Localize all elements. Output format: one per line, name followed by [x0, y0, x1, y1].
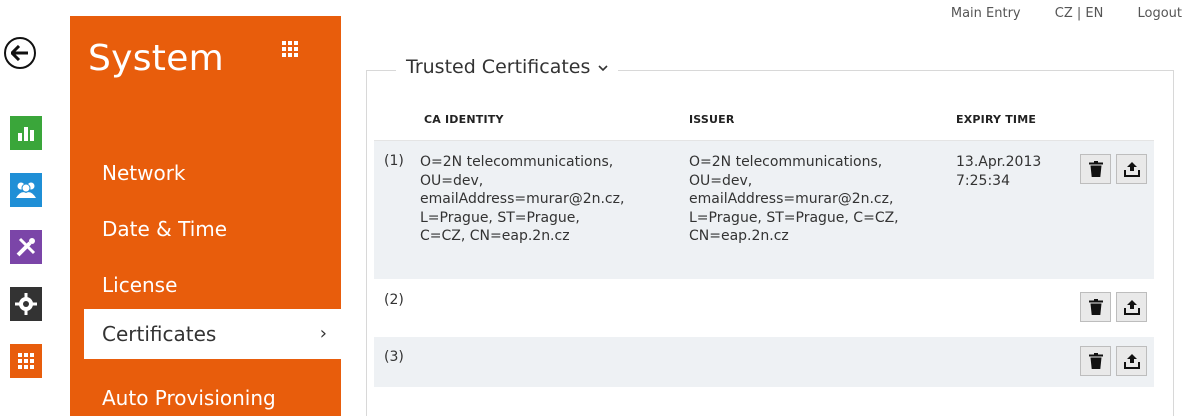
issuer-cell: O=2N telecommunications, OU=dev, emailAd… — [689, 154, 899, 244]
upload-icon — [1123, 162, 1140, 177]
grid-icon — [282, 41, 298, 57]
upload-button[interactable] — [1116, 292, 1147, 322]
upload-button[interactable] — [1116, 346, 1147, 376]
upload-icon — [1123, 300, 1140, 315]
status-tile[interactable] — [10, 116, 42, 150]
hardware-tile[interactable] — [10, 230, 42, 264]
sidebar-item-date-time[interactable]: Date & Time — [102, 217, 227, 241]
sidebar-item-auto-provisioning[interactable]: Auto Provisioning — [102, 386, 276, 410]
column-header-ca-identity: CA IDENTITY — [424, 113, 504, 126]
section-title[interactable]: Trusted Certificates — [396, 56, 619, 78]
directory-tile[interactable] — [10, 173, 42, 207]
upload-icon — [1123, 354, 1140, 369]
row-index: (3) — [384, 349, 404, 365]
menu-grid-button[interactable] — [281, 40, 299, 62]
row-index: (1) — [384, 153, 404, 169]
trash-icon — [1088, 353, 1103, 369]
grid-icon — [18, 353, 34, 369]
column-header-issuer: ISSUER — [689, 113, 735, 126]
back-arrow-icon — [11, 45, 28, 61]
users-icon — [16, 182, 36, 198]
chevron-down-icon — [598, 64, 609, 71]
services-tile[interactable] — [10, 287, 42, 321]
upload-button[interactable] — [1116, 154, 1147, 184]
system-tile[interactable] — [10, 344, 42, 378]
delete-button[interactable] — [1080, 346, 1111, 376]
trash-icon — [1088, 161, 1103, 177]
expiry-cell: 13.Apr.2013 7:25:34 — [956, 154, 1042, 189]
delete-button[interactable] — [1080, 292, 1111, 322]
sidebar-item-certificates[interactable]: Certificates › — [84, 309, 341, 359]
gear-icon — [15, 293, 37, 315]
back-button[interactable] — [4, 37, 36, 69]
icon-rail — [0, 0, 42, 416]
bar-chart-icon — [18, 127, 34, 141]
tools-icon — [16, 237, 36, 257]
sidebar-item-label: Certificates — [102, 322, 217, 346]
language-switch[interactable]: CZ | EN — [1055, 6, 1104, 21]
sidebar-item-network[interactable]: Network — [102, 161, 186, 185]
sidebar-title: System — [88, 38, 225, 79]
table-row: (2) — [374, 279, 1154, 337]
top-links: Main Entry CZ | EN Logout — [921, 6, 1182, 21]
table-row: (3) — [374, 337, 1154, 387]
column-header-expiry: EXPIRY TIME — [956, 113, 1037, 126]
chevron-right-icon: › — [319, 323, 327, 344]
table-row: (1) O=2N telecommunications, OU=dev, ema… — [374, 141, 1154, 279]
delete-button[interactable] — [1080, 154, 1111, 184]
logout-link[interactable]: Logout — [1137, 6, 1182, 21]
main-entry-link[interactable]: Main Entry — [951, 6, 1021, 21]
ca-identity-cell: O=2N telecommunications, OU=dev, emailAd… — [420, 154, 625, 244]
trash-icon — [1088, 299, 1103, 315]
row-index: (2) — [384, 292, 404, 308]
sidebar-item-license[interactable]: License — [102, 273, 177, 297]
